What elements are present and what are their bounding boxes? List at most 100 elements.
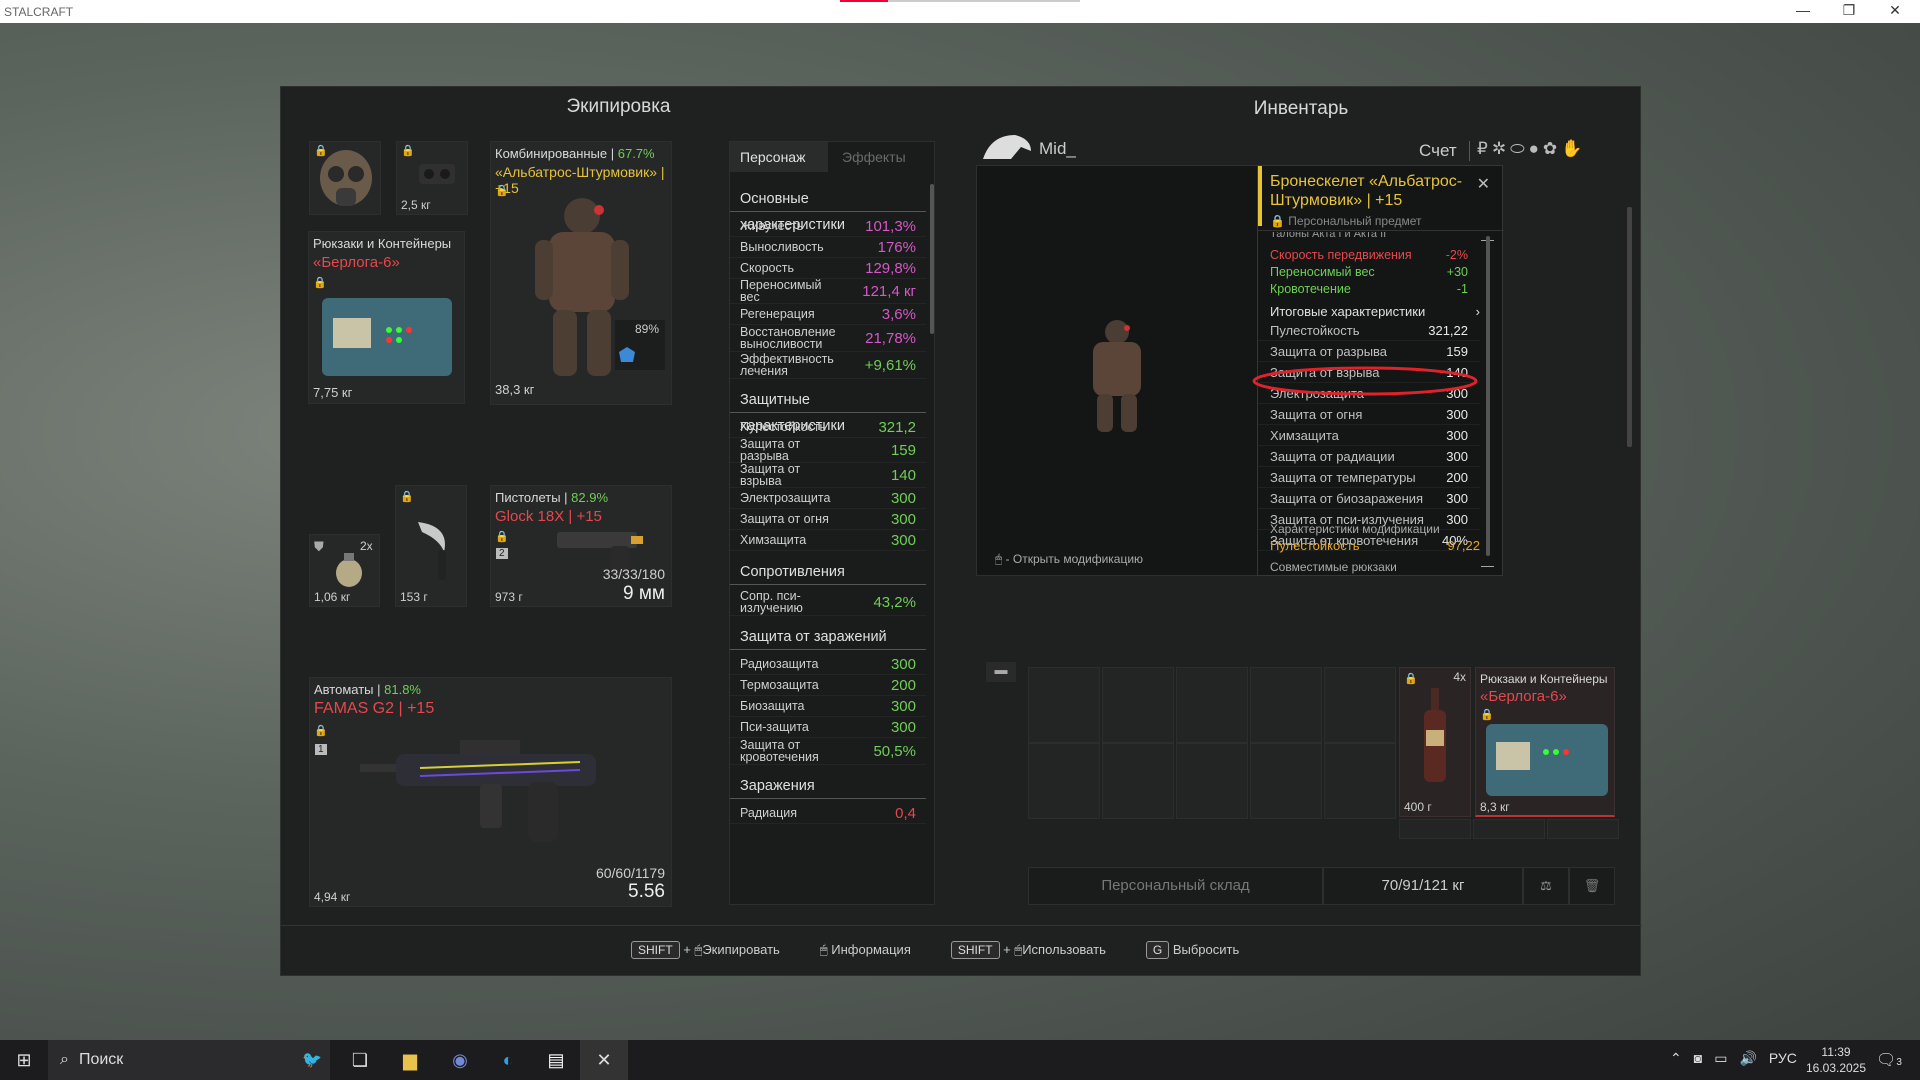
mask-slot[interactable]: 🔒 — [309, 141, 381, 215]
summary-link[interactable]: Итоговые характеристики › — [1270, 304, 1480, 319]
camera-icon[interactable]: ◙ — [1694, 1050, 1702, 1067]
taskbar-search[interactable]: ⌕ Поиск 🐦 — [48, 1040, 330, 1080]
backpack-category: Рюкзаки и Контейнеры — [313, 236, 452, 251]
stalcraft-icon[interactable]: ✕ — [580, 1040, 628, 1080]
inventory-cell[interactable] — [1102, 667, 1174, 743]
tooltip-stat-label: Защита от температуры — [1270, 469, 1416, 485]
notification-icon[interactable]: 🗨3 — [1876, 1050, 1902, 1070]
preview-hint: - Открыть модификацию — [1005, 552, 1144, 566]
shift-key: SHIFT — [631, 941, 680, 959]
stat-row: Радиозащита 300 — [730, 654, 926, 675]
stat-label: Биозащита — [740, 699, 805, 713]
stat-row: Электрозащита 300 — [730, 488, 926, 509]
container-icon — [322, 298, 452, 376]
tab-character[interactable]: Персонаж — [730, 142, 828, 172]
stats-tabs: Персонаж Эффекты — [730, 142, 936, 172]
device-slot[interactable]: 🔒 2,5 кг — [396, 141, 468, 215]
inventory-cell[interactable] — [1399, 819, 1471, 839]
clock[interactable]: 11:39 16.03.2025 — [1800, 1044, 1872, 1076]
mod-row-value: 97,22 — [1447, 538, 1480, 553]
tooltip-stat-row: Защита от температуры 200 — [1258, 467, 1480, 488]
stat-label: Регенерация — [740, 307, 815, 321]
inventory-cell[interactable] — [1176, 667, 1248, 743]
armor-slot[interactable]: Комбинированные | 67.7% «Альбатрос-Штурм… — [490, 141, 672, 405]
personal-storage-button[interactable]: Персональный склад — [1028, 867, 1323, 905]
chevron-right-icon: › — [1475, 304, 1480, 319]
compat-label: Совместимые рюкзаки — [1270, 560, 1397, 574]
pistol-category: Пистолеты — [495, 490, 561, 505]
grenade-slot[interactable]: ⛊ 2x 1,06 кг — [309, 534, 380, 607]
tooltip-mods: Скорость передвижения -2% Переносимый вес +… — [1258, 248, 1480, 299]
task-view-icon[interactable]: ❏ — [336, 1040, 384, 1080]
windows-start-icon[interactable]: ⊞ — [0, 1040, 48, 1080]
minimize-button[interactable]: — — [1780, 0, 1826, 23]
inventory-cell[interactable] — [1473, 819, 1545, 839]
inventory-cell[interactable] — [1250, 667, 1322, 743]
app-window-icon[interactable]: ▤ — [532, 1040, 580, 1080]
collapse-icon[interactable]: — — [1481, 558, 1494, 573]
search-icon: ⌕ — [60, 1051, 69, 1068]
boot-icon[interactable]: ⬭ — [1510, 139, 1525, 159]
tooltip-scrollbar[interactable] — [1486, 236, 1490, 556]
hotkey-use[interactable]: SHIFT + 🖱Использовать — [950, 941, 1106, 959]
volume-icon[interactable]: 🔊 — [1739, 1050, 1756, 1067]
hotkey-equip[interactable]: SHIFT + 🖱Экипировать — [631, 941, 780, 959]
stat-row: Радиация 0,4 — [730, 803, 926, 824]
pistol-slot[interactable]: Пистолеты | 82.9% Glock 18X | +15 🔒 2 33… — [490, 485, 672, 607]
container-slot[interactable]: Рюкзаки и Контейнеры «Берлога-6» 🔒 8,3 к… — [1475, 667, 1615, 817]
notification-count: 3 — [1896, 1057, 1902, 1068]
tab-effects[interactable]: Эффекты — [828, 142, 936, 172]
sort-icon[interactable]: ▬ — [986, 662, 1016, 682]
chevron-up-icon[interactable]: ⌃ — [1670, 1050, 1682, 1067]
stat-value: 300 — [890, 489, 916, 507]
slot-number-badge: 2 — [496, 548, 508, 559]
tooltip-close-icon[interactable]: ✕ — [1477, 174, 1490, 194]
file-explorer-icon[interactable]: ▆ — [386, 1040, 434, 1080]
discord-icon[interactable]: ◉ — [436, 1040, 484, 1080]
inventory-cell[interactable] — [1250, 743, 1322, 819]
lock-icon: 🔒 — [401, 145, 415, 157]
inventory-cell[interactable] — [1102, 743, 1174, 819]
inventory-cell[interactable] — [1028, 743, 1100, 819]
backpack-slot[interactable]: Рюкзаки и Контейнеры «Берлога-6» 🔒 7,75 … — [308, 231, 465, 404]
ruble-icon[interactable]: ₽ — [1477, 139, 1488, 159]
trash-icon[interactable]: 🗑 — [1569, 867, 1615, 905]
inventory-cell[interactable] — [1547, 819, 1619, 839]
knife-icon — [418, 522, 446, 580]
inventory-cell[interactable] — [1324, 743, 1396, 819]
network-icon[interactable]: ▭ — [1714, 1050, 1727, 1067]
bottle-slot[interactable]: 🔒 4x 400 г — [1399, 667, 1471, 817]
language-indicator[interactable]: РУС — [1769, 1050, 1797, 1067]
flower-icon[interactable]: ✿ — [1543, 139, 1557, 159]
stats-section-title: Сопротивления — [730, 559, 926, 585]
stat-label: Эффективность лечения — [740, 352, 834, 378]
stats-scrollbar[interactable] — [930, 184, 934, 334]
stat-label: Термозащита — [740, 678, 819, 692]
inventory-cell[interactable] — [1324, 667, 1396, 743]
stats-section-title: Основные характеристики — [730, 186, 926, 233]
rifle-slot[interactable]: Автоматы | 81.8% FAMAS G2 | +15 🔒 1 60/6… — [309, 677, 672, 907]
hotkey-drop[interactable]: G Выбросить — [1145, 941, 1239, 959]
hotkey-info[interactable]: 🖱 Информация — [820, 942, 911, 958]
hotkey-bar: SHIFT + 🖱Экипировать 🖱 Информация SHIFT … — [631, 941, 1331, 959]
lock-icon: 🔒 — [495, 531, 509, 543]
knife-slot[interactable]: 🔒 153 г — [395, 485, 467, 607]
inventory-cell[interactable] — [1028, 667, 1100, 743]
edge-icon[interactable]: ◐ — [484, 1040, 532, 1080]
stat-label: Химзащита — [740, 533, 807, 547]
inventory-cell[interactable] — [1176, 743, 1248, 819]
armor-condition: 67.7% — [617, 146, 655, 161]
tooltip-stat-row: Защита от разрыва 159 — [1258, 341, 1480, 362]
restore-button[interactable]: ❐ — [1826, 0, 1872, 23]
tooltip-stat-row: Химзащита 300 — [1258, 425, 1480, 446]
kettlebell-icon[interactable]: ⚖ — [1523, 867, 1569, 905]
close-window-button[interactable]: ✕ — [1872, 0, 1918, 23]
gear-token-icon[interactable]: ✲ — [1492, 139, 1506, 159]
stat-label: Выносливость — [740, 240, 824, 254]
ball-icon[interactable]: ● — [1529, 139, 1539, 159]
plus-sign: + — [683, 942, 691, 957]
currency-bar: ₽ ✲ ⬭ ● ✿ ✋ — [1477, 139, 1582, 159]
game-panel: Экипировка Инвентарь 🔒 🔒 2,5 кг Рюкзаки … — [280, 86, 1642, 976]
inventory-scrollbar[interactable] — [1627, 207, 1632, 447]
hand-icon[interactable]: ✋ — [1561, 139, 1582, 159]
